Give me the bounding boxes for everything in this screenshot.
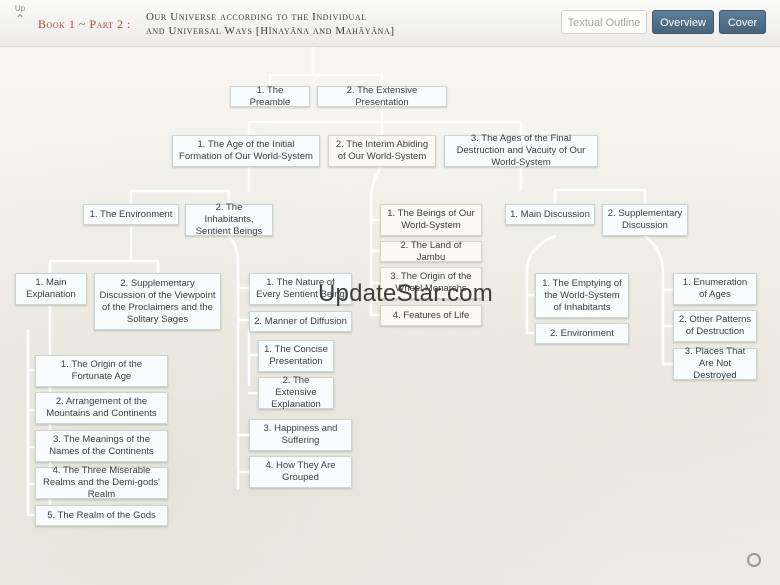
outline-node-patterns-destruction[interactable]: 2. Other Patterns of Destruction: [673, 310, 757, 342]
page-title-line-2: and Universal Ways [Hīnayāna and Mahāyān…: [146, 25, 395, 37]
outline-node-main-discussion[interactable]: 1. Main Discussion: [505, 204, 595, 225]
outline-node-miserable-realms[interactable]: 4. The Three Miserable Realms and the De…: [35, 465, 168, 500]
outline-node-initial-formation[interactable]: 1. The Age of the Initial Formation of O…: [172, 135, 320, 167]
outline-node-features-life[interactable]: 4. Features of Life: [380, 305, 482, 326]
outline-node-supplementary-discussion[interactable]: 2. Supplementary Discussion: [602, 204, 688, 236]
outline-node-environment[interactable]: 1. The Environment: [83, 204, 179, 225]
outline-node-extensive-explanation[interactable]: 2. The Extensive Explanation: [258, 375, 334, 410]
outline-node-extensive-presentation[interactable]: 2. The Extensive Presentation: [317, 85, 447, 108]
outline-node-emptying-inhabitants[interactable]: 1. The Emptying of the World-System of I…: [535, 273, 629, 318]
outline-node-enumeration-ages[interactable]: 1. Enumeration of Ages: [673, 273, 757, 305]
up-button[interactable]: Up ⌃: [9, 4, 31, 32]
page-title: Our Universe according to the Individual…: [146, 10, 395, 38]
outline-node-how-grouped[interactable]: 4. How They Are Grouped: [249, 456, 352, 488]
outline-node-realm-gods[interactable]: 5. The Realm of the Gods: [35, 505, 168, 526]
chevron-up-icon: ⌃: [14, 12, 26, 26]
page-title-line-1: Our Universe according to the Individual: [146, 11, 367, 23]
watermark: UpdateStar.com: [318, 280, 493, 307]
outline-node-land-jambu[interactable]: 2. The Land of Jambu: [380, 240, 482, 263]
outline-node-fortunate-age[interactable]: 1. The Origin of the Fortunate Age: [35, 355, 168, 387]
outline-node-places-not-destroyed[interactable]: 3. Places That Are Not Destroyed: [673, 346, 757, 381]
outline-node-main-explanation[interactable]: 1. Main Explanation: [15, 273, 87, 305]
outline-node-environment-destruction[interactable]: 2. Environment: [535, 323, 629, 344]
outline-node-names-continents[interactable]: 3. The Meanings of the Names of the Cont…: [35, 430, 168, 462]
outline-node-preamble[interactable]: 1. The Preamble: [230, 85, 310, 108]
cover-button[interactable]: Cover: [719, 10, 766, 34]
outline-node-interim-abiding[interactable]: 2. The Interim Abiding of Our World-Syst…: [328, 135, 436, 167]
outline-node-final-destruction[interactable]: 3. The Ages of the Final Destruction and…: [444, 133, 598, 168]
breadcrumb: Book 1 ~ Part 2 :: [38, 17, 131, 31]
textual-outline-button[interactable]: Textual Outline: [561, 10, 647, 34]
outline-node-concise-presentation[interactable]: 1. The Concise Presentation: [258, 340, 334, 372]
top-toolbar: Up ⌃ Book 1 ~ Part 2 : Our Universe acco…: [0, 0, 780, 47]
circle-icon[interactable]: [747, 553, 761, 567]
outline-node-manner-diffusion[interactable]: 2. Manner of Diffusion: [249, 311, 352, 332]
outline-node-beings-world-system[interactable]: 1. The Beings of Our World-System: [380, 204, 482, 236]
outline-node-supplementary-viewpoint[interactable]: 2. Supplementary Discussion of the Viewp…: [94, 273, 221, 330]
outline-node-happiness-suffering[interactable]: 3. Happiness and Suffering: [249, 419, 352, 451]
outline-node-mountains-continents[interactable]: 2. Arrangement of the Mountains and Cont…: [35, 392, 168, 424]
outline-node-inhabitants[interactable]: 2. The Inhabitants, Sentient Beings: [185, 202, 273, 237]
overview-button[interactable]: Overview: [652, 10, 714, 34]
